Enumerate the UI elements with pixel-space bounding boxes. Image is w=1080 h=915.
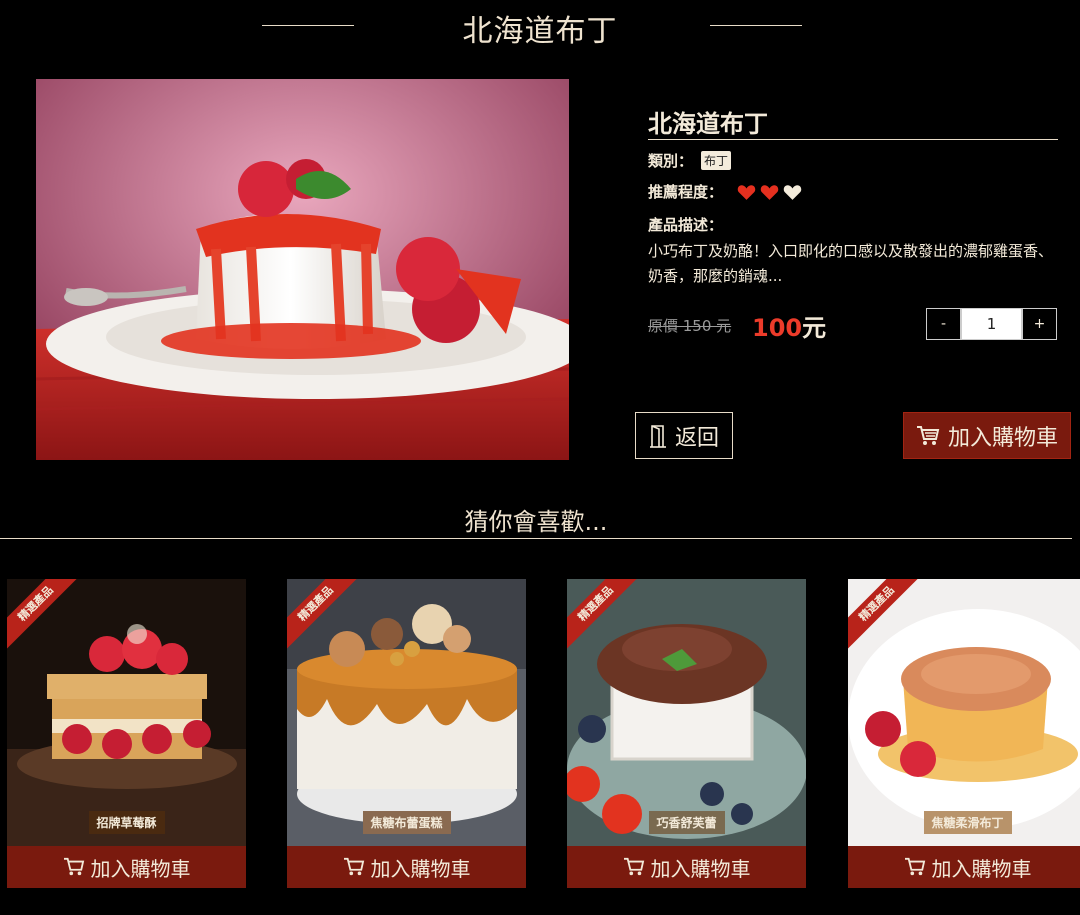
cart-icon: [63, 857, 84, 876]
door-icon: [649, 424, 666, 448]
rating-row: 推薦程度：: [648, 181, 1058, 202]
card-add-to-cart-label: 加入購物車: [650, 856, 751, 881]
cart-icon: [904, 857, 925, 876]
category-row: 類別： 布丁: [648, 150, 1058, 171]
product-info: 北海道布丁 類別： 布丁 推薦程度： 產品描述： 小巧布丁及奶酪！入口即化的口感…: [648, 104, 1058, 289]
heart-filled-icon: [737, 184, 756, 200]
sale-price: 100元: [752, 308, 826, 343]
product-card-name: 焦糖布蕾蛋糕: [362, 811, 451, 834]
product-card[interactable]: 精選產品 焦糖布蕾蛋糕 加入購物車: [287, 579, 526, 888]
recommend-divider: [0, 538, 1072, 539]
product-description: 小巧布丁及奶酪！入口即化的口感以及散發出的濃郁雞蛋香、奶香，那麼的銷魂...: [648, 242, 1054, 285]
price-row: 原價 150 元 100元 - +: [648, 308, 1058, 343]
product-card-image: 精選產品 招牌草莓酥: [7, 579, 246, 846]
cart-icon: [916, 425, 940, 445]
page-header: 北海道布丁: [0, 0, 1080, 55]
page-title: 北海道布丁: [462, 14, 618, 49]
product-card[interactable]: 精選產品 巧香舒芙蕾 加入購物車: [567, 579, 806, 888]
recommend-title: 猜你會喜歡...: [464, 508, 608, 536]
card-add-to-cart-button[interactable]: 加入購物車: [848, 846, 1080, 888]
original-price: 原價 150 元: [648, 317, 732, 335]
heart-filled-icon: [760, 184, 779, 200]
card-add-to-cart-button[interactable]: 加入購物車: [287, 846, 526, 888]
qty-increase-button[interactable]: +: [1022, 308, 1057, 340]
rating-hearts: [737, 183, 802, 201]
product-card-name: 巧香舒芙蕾: [648, 811, 725, 834]
card-add-to-cart-label: 加入購物車: [370, 856, 471, 881]
product-card-name: 招牌草莓酥: [88, 811, 165, 834]
back-button[interactable]: 返回: [635, 412, 733, 459]
header-divider-right: [710, 25, 802, 26]
quantity-input[interactable]: [961, 308, 1022, 340]
cart-icon: [623, 857, 644, 876]
qty-decrease-button[interactable]: -: [926, 308, 961, 340]
back-button-label: 返回: [674, 425, 719, 451]
rating-label: 推薦程度：: [648, 183, 724, 201]
product-card-image: 精選產品 巧香舒芙蕾: [567, 579, 806, 846]
product-card-image: 精選產品 焦糖柔滑布丁: [848, 579, 1080, 846]
add-to-cart-button[interactable]: 加入購物車: [903, 412, 1071, 459]
quantity-stepper: - +: [926, 308, 1057, 340]
card-add-to-cart-label: 加入購物車: [90, 856, 191, 881]
cart-icon: [343, 857, 364, 876]
category-tag[interactable]: 布丁: [701, 151, 732, 170]
product-card[interactable]: 精選產品 招牌草莓酥 加入購物車: [7, 579, 246, 888]
sale-price-value: 100: [752, 314, 803, 342]
card-add-to-cart-button[interactable]: 加入購物車: [567, 846, 806, 888]
product-name: 北海道布丁: [648, 104, 1058, 140]
description-label: 產品描述：: [648, 216, 724, 234]
heart-empty-icon: [783, 184, 802, 200]
product-card[interactable]: 精選產品 焦糖柔滑布丁 加入購物車: [848, 579, 1080, 888]
product-image: [36, 79, 569, 460]
sale-price-unit: 元: [802, 314, 827, 342]
product-card-image: 精選產品 焦糖布蕾蛋糕: [287, 579, 526, 846]
category-label: 類別：: [648, 152, 694, 170]
card-add-to-cart-button[interactable]: 加入購物車: [7, 846, 246, 888]
card-add-to-cart-label: 加入購物車: [931, 856, 1032, 881]
product-card-name: 焦糖柔滑布丁: [923, 811, 1012, 834]
add-to-cart-label: 加入購物車: [947, 425, 1058, 451]
